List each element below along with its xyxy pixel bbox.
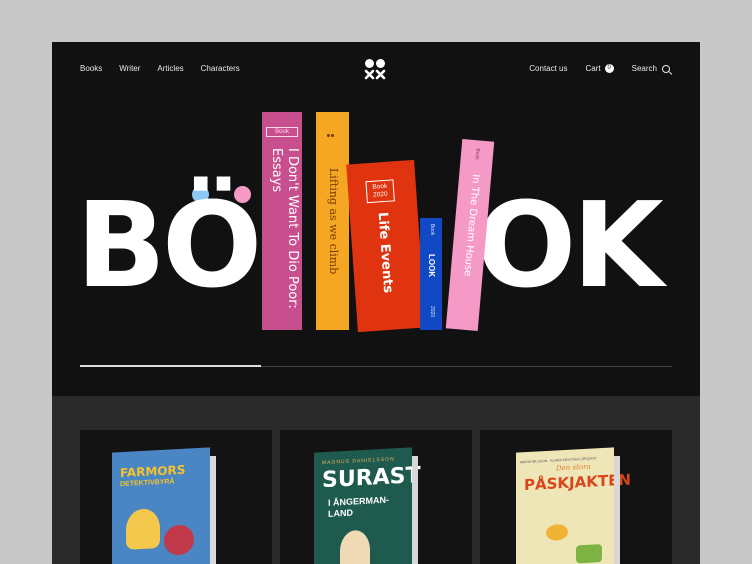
book-spine-4-tag: Book [429,224,435,236]
book-spine-1-tag: Book [266,127,298,137]
product-cover-1: FARMORS DETEKTIVBYRÅ [112,447,210,564]
book-spine-3-title: Life Events [374,211,396,294]
book-spine-4[interactable]: Book LOOK 2020 [420,218,442,330]
book-spine-4-title: LOOK [427,254,436,278]
book-spine-3[interactable]: Book 2020 Life Events [346,159,426,333]
book-spine-5-tag: Book [473,148,481,160]
nav-link-writer[interactable]: Writer [119,64,140,73]
top-nav: Books Writer Articles Characters Contact… [52,42,700,98]
nav-link-books[interactable]: Books [80,64,102,73]
page-frame: Books Writer Articles Characters Contact… [52,42,700,564]
book-spine-2-icon [327,124,339,137]
book-spine-2[interactable]: Lifting as we climb [316,112,349,330]
cover-illustration [340,529,370,564]
cover-illustration [576,544,602,564]
product-cover-1-subtitle: DETEKTIVBYRÅ [120,478,175,489]
search-icon [662,65,670,74]
nav-link-articles[interactable]: Articles [157,64,183,73]
hero-section: BÖ OK Book I Don't Want To Dio Poor: Ess… [52,98,700,396]
product-cover-2-subtitle: I ÅNGERMAN-LAND [328,494,389,519]
book-spine-1[interactable]: Book I Don't Want To Dio Poor: Essays [262,112,302,330]
nav-links: Books Writer Articles Characters [80,64,240,73]
product-card-3[interactable]: MARIA NILSSON · KLARA KRISTINA LÖFQVIST … [480,430,672,564]
product-cover-1-pages [210,456,216,564]
cart-button[interactable]: Cart 0 [585,64,614,74]
book-spine-3-tag: Book 2020 [365,179,395,204]
product-cover-3-kicker: Den stora [556,462,591,473]
product-cover-3: MARIA NILSSON · KLARA KRISTINA LÖFQVIST … [516,447,631,564]
product-card-1[interactable]: FARMORS DETEKTIVBYRÅ [80,430,272,564]
hero-progress-active [80,365,261,367]
book-spine-2-title: Lifting as we climb [327,168,340,275]
cart-label: Cart [585,64,601,73]
cover-illustration [164,524,194,556]
product-cover-2-title: SURAST [322,462,421,494]
search-label: Search [631,64,657,74]
cover-illustration [546,523,568,541]
book-spine-1-title: I Don't Want To Dio Poor: Essays [269,148,300,309]
search-button[interactable]: Search [632,64,670,73]
brand-logo[interactable] [364,58,386,80]
hero-word-left: BÖ [76,176,262,314]
cover-illustration [126,508,160,550]
book-spine-5-title: In The Dream House [461,173,482,277]
nav-link-characters[interactable]: Characters [201,64,240,73]
nav-actions: Contact us Cart 0 Search [529,64,670,74]
cart-count-badge: 0 [604,64,614,74]
product-cover-3-pages [614,456,620,564]
product-cover-2: MAGNUS DANIELSSON SURAST I ÅNGERMAN-LAND [314,447,421,564]
product-section: FARMORS DETEKTIVBYRÅ MAGNUS DANIELSSON S… [52,396,700,564]
contact-link[interactable]: Contact us [529,64,567,73]
hero-word-right: OK [476,176,664,314]
product-card-2[interactable]: MAGNUS DANIELSSON SURAST I ÅNGERMAN-LAND [280,430,472,564]
book-spine-4-year: 2020 [429,306,435,318]
product-cover-1-title: FARMORS [120,462,186,481]
product-cover-2-pages [412,456,418,564]
